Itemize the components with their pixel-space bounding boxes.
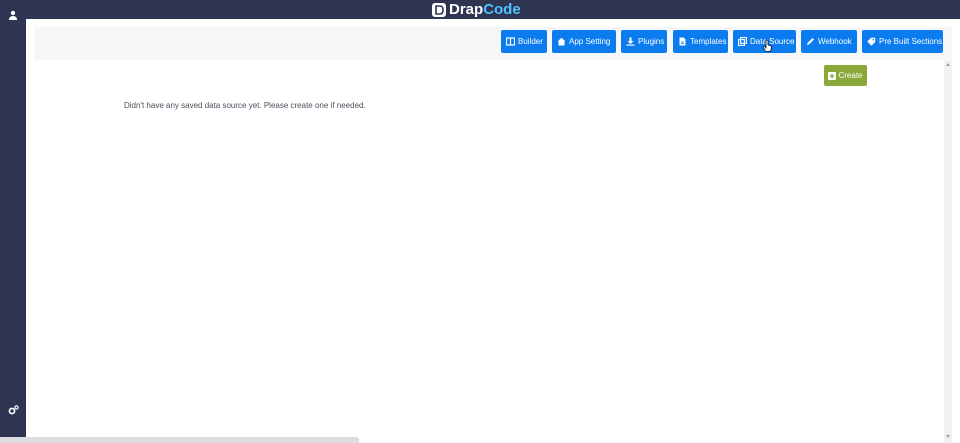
- pre-built-sections-button[interactable]: Pre Built Sections: [862, 30, 943, 53]
- gears-icon[interactable]: [6, 403, 20, 417]
- hand-pointer-cursor-icon: [763, 40, 772, 52]
- scroll-down-arrow-icon[interactable]: [944, 434, 952, 440]
- scroll-up-arrow-icon[interactable]: [944, 62, 952, 68]
- browser-status-bar: [0, 437, 359, 443]
- plugins-button[interactable]: Plugins: [621, 30, 667, 53]
- file-icon: [678, 37, 687, 46]
- create-button[interactable]: Create: [824, 65, 867, 86]
- drapcode-logo[interactable]: DrapCode: [432, 1, 521, 18]
- builder-button[interactable]: Builder: [501, 30, 547, 53]
- vertical-scrollbar[interactable]: [944, 60, 952, 443]
- app-setting-button[interactable]: App Setting: [552, 30, 616, 53]
- empty-state-message: Didn't have any saved data source yet. P…: [124, 101, 366, 110]
- home-icon: [557, 37, 566, 46]
- layout-icon: [506, 37, 515, 46]
- webhook-button[interactable]: Webhook: [801, 30, 857, 53]
- pencil-icon: [806, 37, 815, 46]
- tag-icon: [867, 37, 876, 46]
- templates-button[interactable]: Templates: [673, 30, 728, 53]
- left-sidebar: [0, 0, 26, 443]
- copy-icon: [738, 37, 747, 46]
- logo-mark-icon: [432, 2, 446, 17]
- download-icon: [626, 37, 635, 46]
- logo-text: DrapCode: [449, 1, 521, 18]
- user-icon[interactable]: [6, 8, 20, 22]
- plus-square-icon: [828, 71, 837, 80]
